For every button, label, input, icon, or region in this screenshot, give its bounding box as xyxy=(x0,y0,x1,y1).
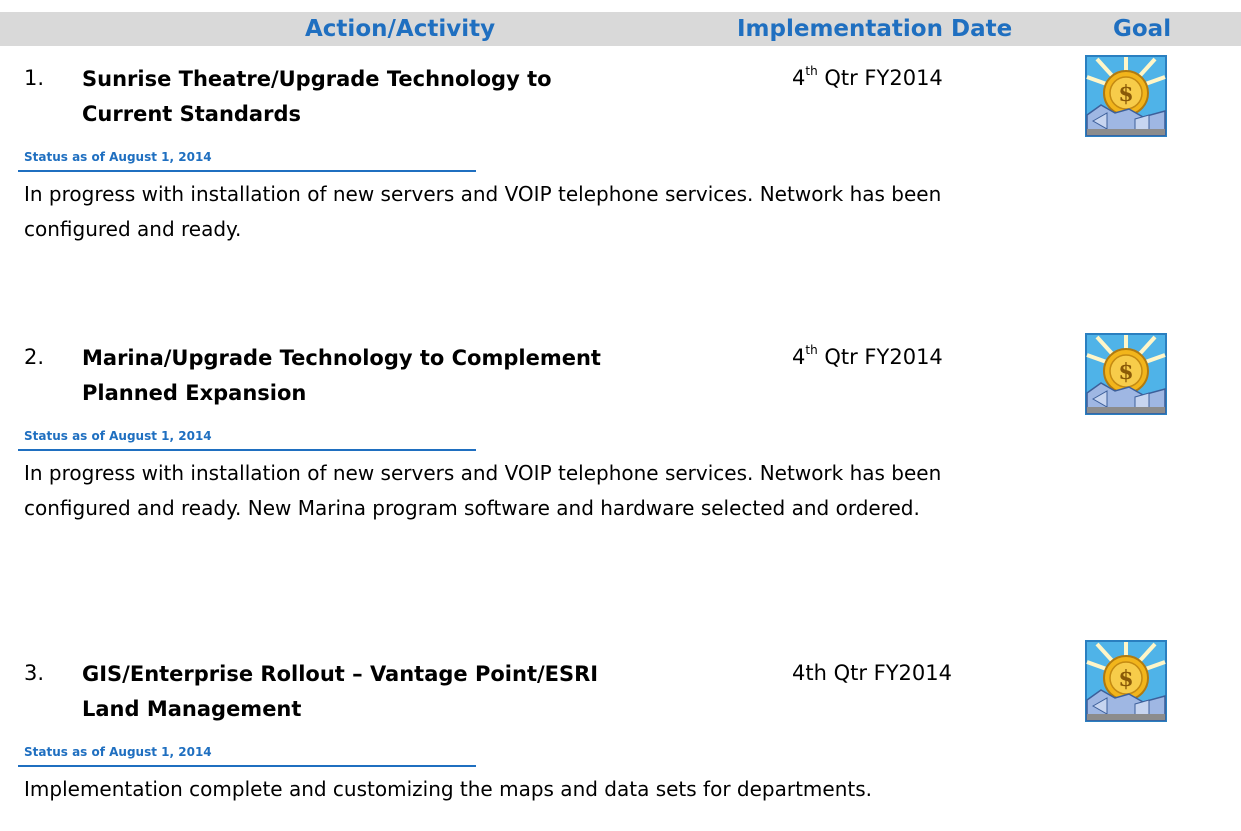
item-implementation-date: 4th Qtr FY2014 xyxy=(792,661,953,685)
item-title: Sunrise Theatre/Upgrade Technology to Cu… xyxy=(82,67,552,126)
status-label: Status as of August 1, 2014 xyxy=(24,150,212,164)
item-number: 2. xyxy=(24,345,45,369)
item-implementation-date: 4th Qtr FY2014 xyxy=(792,343,943,369)
column-header-implementation-date: Implementation Date xyxy=(737,16,1013,42)
status-underline xyxy=(18,765,476,767)
status-label: Status as of August 1, 2014 xyxy=(24,429,212,443)
column-header-action: Action/Activity xyxy=(305,16,496,42)
economic-development-sun-coin-icon: $ xyxy=(1085,640,1167,722)
economic-development-sun-coin-icon: $ xyxy=(1085,55,1167,137)
item-title: GIS/Enterprise Rollout – Vantage Point/E… xyxy=(82,662,599,721)
status-text: Implementation complete and customizing … xyxy=(24,777,872,801)
svg-text:$: $ xyxy=(1118,81,1133,107)
svg-text:$: $ xyxy=(1118,359,1133,385)
table-header-bar xyxy=(0,12,1241,46)
status-text: In progress with installation of new ser… xyxy=(24,182,942,241)
item-number: 1. xyxy=(24,66,45,90)
status-underline xyxy=(18,449,476,451)
column-header-goal: Goal xyxy=(1113,16,1172,42)
svg-text:$: $ xyxy=(1118,666,1133,692)
status-label: Status as of August 1, 2014 xyxy=(24,745,212,759)
item-implementation-date: 4th Qtr FY2014 xyxy=(792,64,943,90)
status-underline xyxy=(18,170,476,172)
item-title: Marina/Upgrade Technology to Complement … xyxy=(82,346,601,405)
item-number: 3. xyxy=(24,661,45,685)
status-text: In progress with installation of new ser… xyxy=(24,461,942,520)
economic-development-sun-coin-icon: $ xyxy=(1085,333,1167,415)
